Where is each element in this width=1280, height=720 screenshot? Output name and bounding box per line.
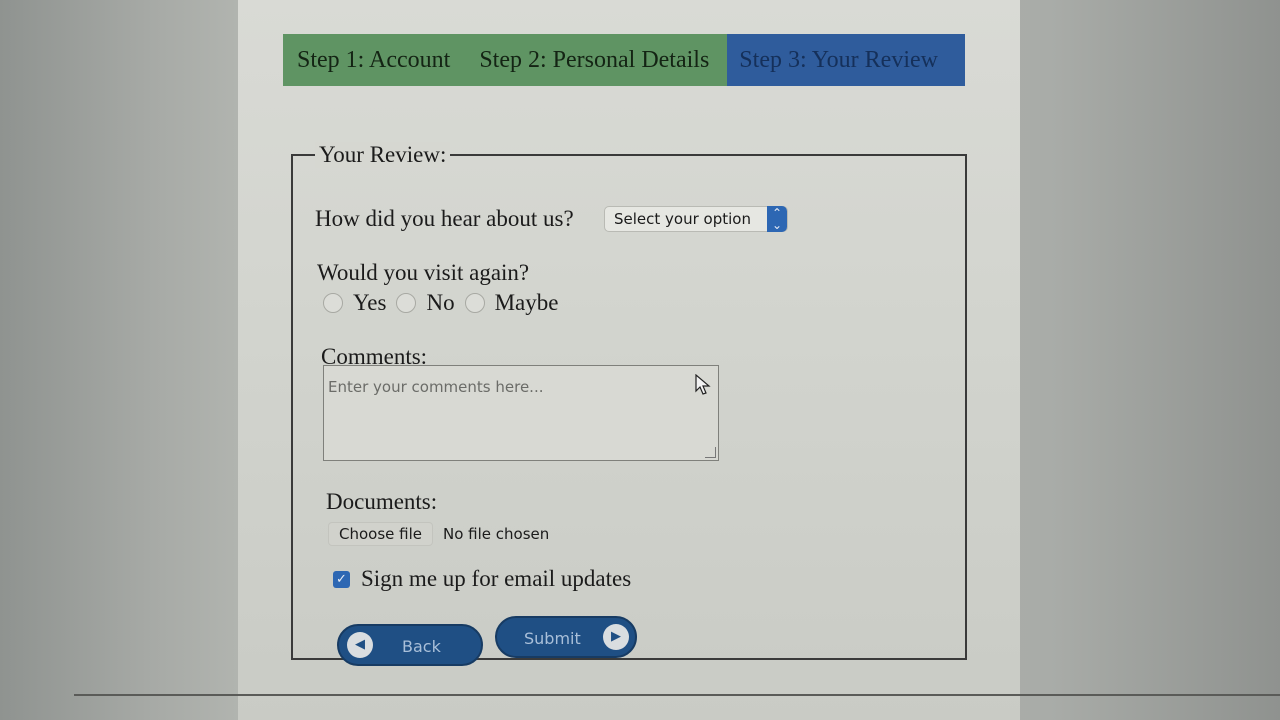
progress-steps: Step 1: Account Step 2: Personal Details… [283,34,965,86]
comments-placeholder: Enter your comments here... [328,378,544,396]
review-fieldset: Your Review: How did you hear about us? … [291,142,967,666]
select-arrows-icon: ⌃ ⌄ [767,206,787,232]
radio-label-yes: Yes [353,290,387,315]
select-value: Select your option [614,210,751,228]
arrow-left-icon: ◀ [347,632,373,658]
radio-no[interactable] [396,293,417,313]
file-input: Choose file No file chosen [328,522,549,546]
email-updates-label: Sign me up for email updates [361,566,632,591]
step-personal-details[interactable]: Step 2: Personal Details [462,34,728,86]
radio-label-maybe: Maybe [494,290,559,315]
choose-file-button[interactable]: Choose file [328,522,433,546]
file-status: No file chosen [443,525,550,543]
email-updates-row: ✓ Sign me up for email updates [333,566,631,592]
submit-button[interactable]: Submit ▶ [495,616,637,658]
visit-again-label: Would you visit again? [317,260,530,285]
back-button[interactable]: ◀ Back [337,624,483,666]
comments-textarea[interactable]: Enter your comments here... [323,365,719,461]
step-your-review[interactable]: Step 3: Your Review [727,34,965,86]
step-account[interactable]: Step 1: Account [283,34,463,86]
documents-label: Documents: [326,489,438,514]
radio-yes[interactable] [323,293,343,313]
visit-again-radio-group: Yes No Maybe [323,290,568,316]
radio-maybe[interactable] [464,293,485,313]
email-updates-checkbox[interactable]: ✓ [333,570,350,588]
hear-about-label: How did you hear about us? [315,206,574,231]
screen-edge-divider [74,694,1280,696]
fieldset-legend: Your Review: [315,142,451,168]
radio-label-no: No [426,290,455,315]
page: Step 1: Account Step 2: Personal Details… [238,0,1020,720]
hear-about-select[interactable]: Select your option ⌃ ⌄ [604,206,788,232]
submit-label: Submit [524,629,581,648]
resize-grip-icon[interactable] [705,447,716,458]
arrow-right-icon: ▶ [603,624,629,650]
back-label: Back [402,637,441,656]
